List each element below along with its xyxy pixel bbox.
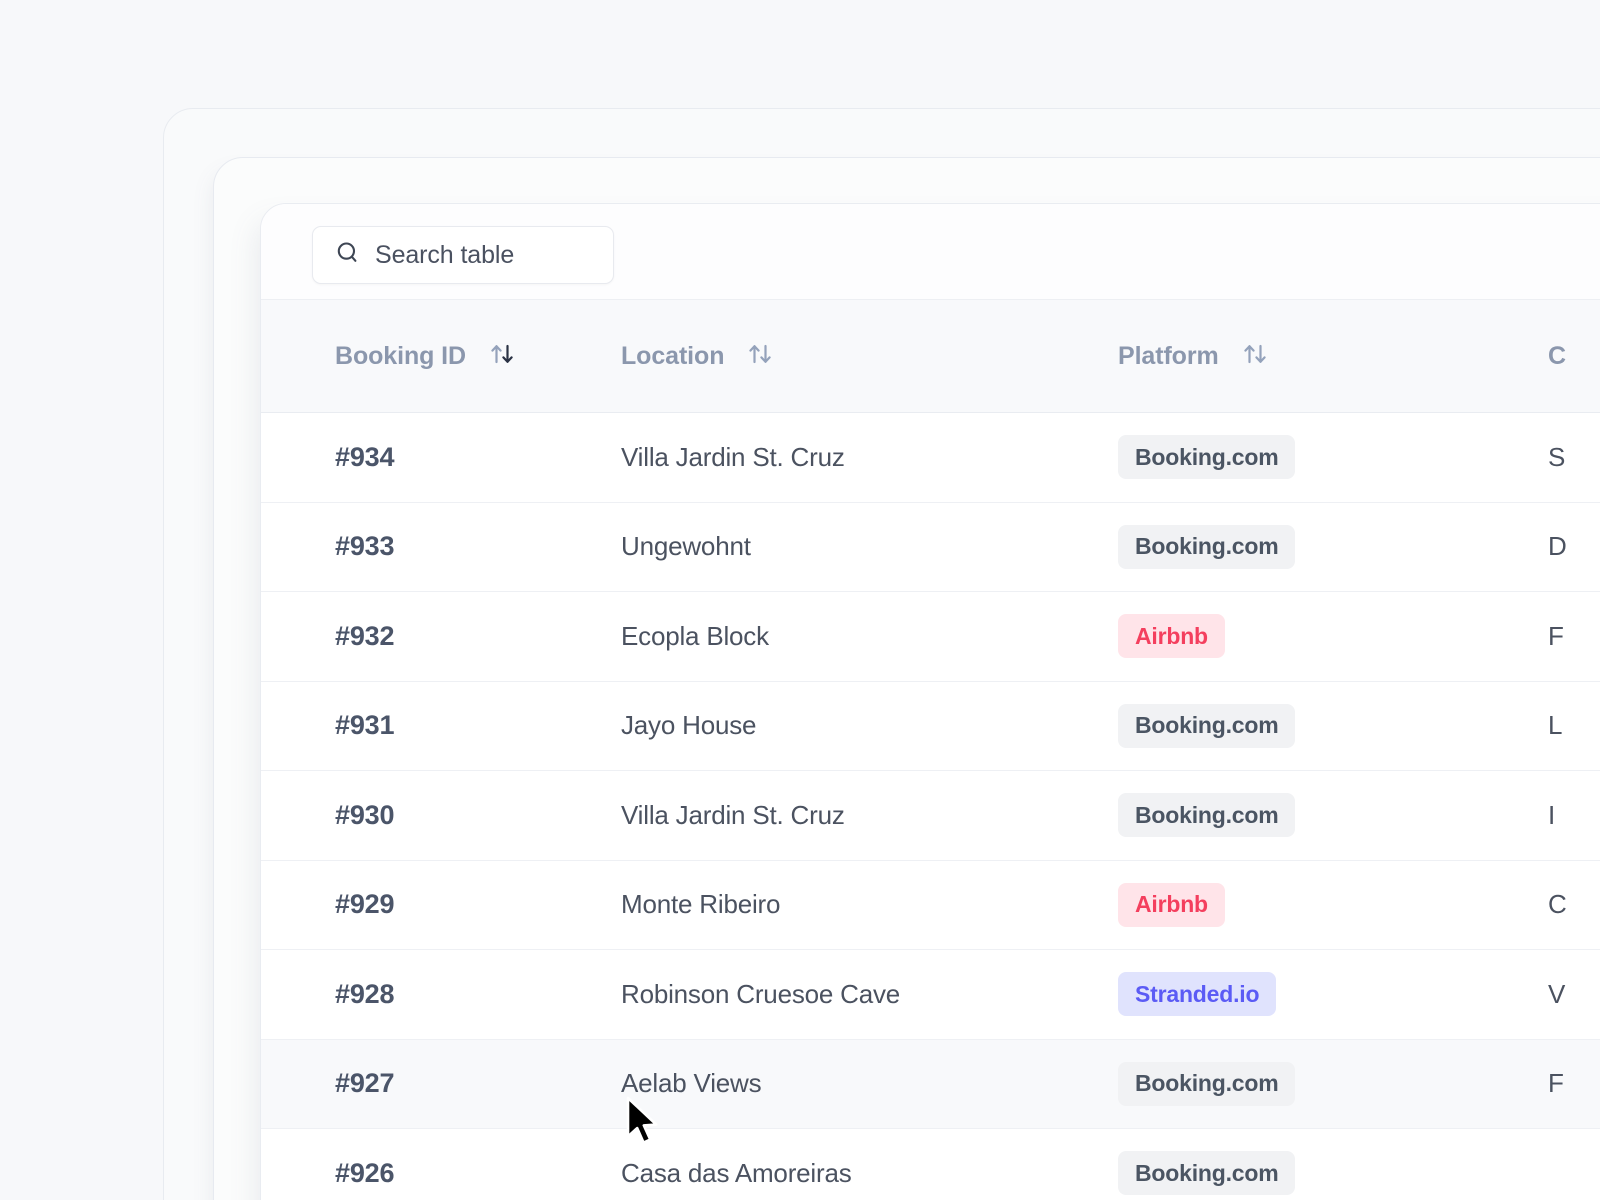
table-row[interactable]: #932 Ecopla Block Airbnb F — [261, 592, 1600, 682]
cell-location: Robinson Cruesoe Cave — [621, 979, 1118, 1010]
table-row[interactable]: #929 Monte Ribeiro Airbnb C — [261, 860, 1600, 950]
column-header-label: Platform — [1118, 341, 1219, 370]
clipped-column-value: L — [1548, 710, 1563, 741]
cell-platform: Booking.com — [1118, 1061, 1548, 1106]
cell-platform: Airbnb — [1118, 614, 1548, 659]
cell-booking-id: #927 — [261, 1068, 621, 1099]
cell-location: Villa Jardin St. Cruz — [621, 442, 1118, 473]
cell-platform: Stranded.io — [1118, 972, 1548, 1017]
clipped-column-value: V — [1548, 978, 1566, 1009]
column-header-platform[interactable]: Platform — [1118, 339, 1548, 374]
booking-id-value: #926 — [335, 1157, 395, 1188]
table-row[interactable]: #928 Robinson Cruesoe Cave Stranded.io V — [261, 950, 1600, 1040]
cell-booking-id: #931 — [261, 710, 621, 741]
table-row[interactable]: #926 Casa das Amoreiras Booking.com — [261, 1129, 1600, 1200]
sort-icon-platform[interactable] — [1240, 339, 1270, 374]
cell-platform: Booking.com — [1118, 793, 1548, 838]
table-row[interactable]: #927 Aelab Views Booking.com F — [261, 1039, 1600, 1129]
cell-booking-id: #930 — [261, 800, 621, 831]
platform-badge: Booking.com — [1118, 524, 1296, 569]
search-icon — [334, 239, 362, 272]
cell-clipped-column: F — [1548, 621, 1600, 652]
location-value: Ungewohnt — [621, 531, 751, 562]
table-row[interactable]: #934 Villa Jardin St. Cruz Booking.com S — [261, 413, 1600, 503]
platform-badge: Booking.com — [1118, 1061, 1296, 1106]
cell-location: Jayo House — [621, 710, 1118, 741]
platform-badge: Booking.com — [1118, 435, 1296, 480]
cell-booking-id: #932 — [261, 621, 621, 652]
clipped-column-value: F — [1548, 620, 1564, 651]
cell-booking-id: #929 — [261, 889, 621, 920]
platform-badge: Booking.com — [1118, 703, 1296, 748]
cell-clipped-column: L — [1548, 710, 1600, 741]
cell-clipped-column: F — [1548, 1068, 1600, 1099]
clipped-column-value: I — [1548, 799, 1556, 830]
location-value: Monte Ribeiro — [621, 889, 781, 920]
column-header-location[interactable]: Location — [621, 339, 1118, 374]
sort-icon-location[interactable] — [745, 339, 775, 374]
cell-platform: Booking.com — [1118, 524, 1548, 569]
booking-id-value: #931 — [335, 710, 395, 741]
table-body: #934 Villa Jardin St. Cruz Booking.com S #93… — [261, 413, 1600, 1200]
platform-badge: Airbnb — [1118, 614, 1225, 659]
cell-platform: Booking.com — [1118, 703, 1548, 748]
cell-clipped-column: V — [1548, 979, 1600, 1010]
platform-badge: Booking.com — [1118, 1151, 1296, 1196]
cell-clipped-column: D — [1548, 531, 1600, 562]
platform-badge: Stranded.io — [1118, 972, 1277, 1017]
cell-booking-id: #933 — [261, 531, 621, 562]
column-header-label: C — [1548, 341, 1567, 370]
booking-id-value: #932 — [335, 620, 395, 651]
cell-clipped-column: I — [1548, 800, 1600, 831]
table-row[interactable]: #930 Villa Jardin St. Cruz Booking.com I — [261, 771, 1600, 861]
platform-badge: Airbnb — [1118, 882, 1225, 927]
search-placeholder-text: Search table — [375, 240, 515, 269]
table-toolbar: Search table — [261, 204, 1600, 300]
bookings-table-card: Search table Booking ID Location Platfor… — [260, 203, 1600, 1200]
booking-id-value: #929 — [335, 889, 395, 920]
booking-id-value: #930 — [335, 799, 395, 830]
cell-platform: Airbnb — [1118, 882, 1548, 927]
cell-location: Aelab Views — [621, 1068, 1118, 1099]
column-header-clipped[interactable]: C — [1548, 342, 1600, 371]
location-value: Aelab Views — [621, 1068, 762, 1099]
cell-location: Ecopla Block — [621, 621, 1118, 652]
cell-location: Casa das Amoreiras — [621, 1158, 1118, 1189]
cell-location: Monte Ribeiro — [621, 889, 1118, 920]
clipped-column-value: S — [1548, 441, 1566, 472]
location-value: Villa Jardin St. Cruz — [621, 441, 845, 472]
cell-location: Ungewohnt — [621, 531, 1118, 562]
column-header-label: Location — [621, 341, 725, 370]
column-header-label: Booking ID — [335, 341, 466, 370]
cell-platform: Booking.com — [1118, 435, 1548, 480]
booking-id-value: #934 — [335, 441, 395, 472]
cell-booking-id: #926 — [261, 1158, 621, 1189]
sort-icon-booking-id[interactable] — [487, 339, 517, 374]
location-value: Casa das Amoreiras — [621, 1157, 852, 1188]
clipped-column-value: F — [1548, 1068, 1564, 1099]
cell-booking-id: #934 — [261, 442, 621, 473]
screenshot-stage: Search table Booking ID Location Platfor… — [0, 0, 1600, 1200]
search-input[interactable]: Search table — [312, 226, 614, 284]
cell-location: Villa Jardin St. Cruz — [621, 800, 1118, 831]
clipped-column-value: C — [1548, 889, 1567, 920]
platform-badge: Booking.com — [1118, 793, 1296, 838]
location-value: Robinson Cruesoe Cave — [621, 978, 901, 1009]
table-header-row: Booking ID Location Platform C — [261, 300, 1600, 413]
cell-platform: Booking.com — [1118, 1151, 1548, 1196]
table-row[interactable]: #933 Ungewohnt Booking.com D — [261, 502, 1600, 592]
cell-clipped-column: C — [1548, 889, 1600, 920]
location-value: Villa Jardin St. Cruz — [621, 799, 845, 830]
booking-id-value: #927 — [335, 1068, 395, 1099]
booking-id-value: #933 — [335, 531, 395, 562]
clipped-column-value: D — [1548, 531, 1567, 562]
cell-booking-id: #928 — [261, 979, 621, 1010]
location-value: Jayo House — [621, 710, 757, 741]
booking-id-value: #928 — [335, 978, 395, 1009]
table-row[interactable]: #931 Jayo House Booking.com L — [261, 681, 1600, 771]
column-header-booking-id[interactable]: Booking ID — [261, 339, 621, 374]
cell-clipped-column: S — [1548, 442, 1600, 473]
location-value: Ecopla Block — [621, 620, 769, 651]
